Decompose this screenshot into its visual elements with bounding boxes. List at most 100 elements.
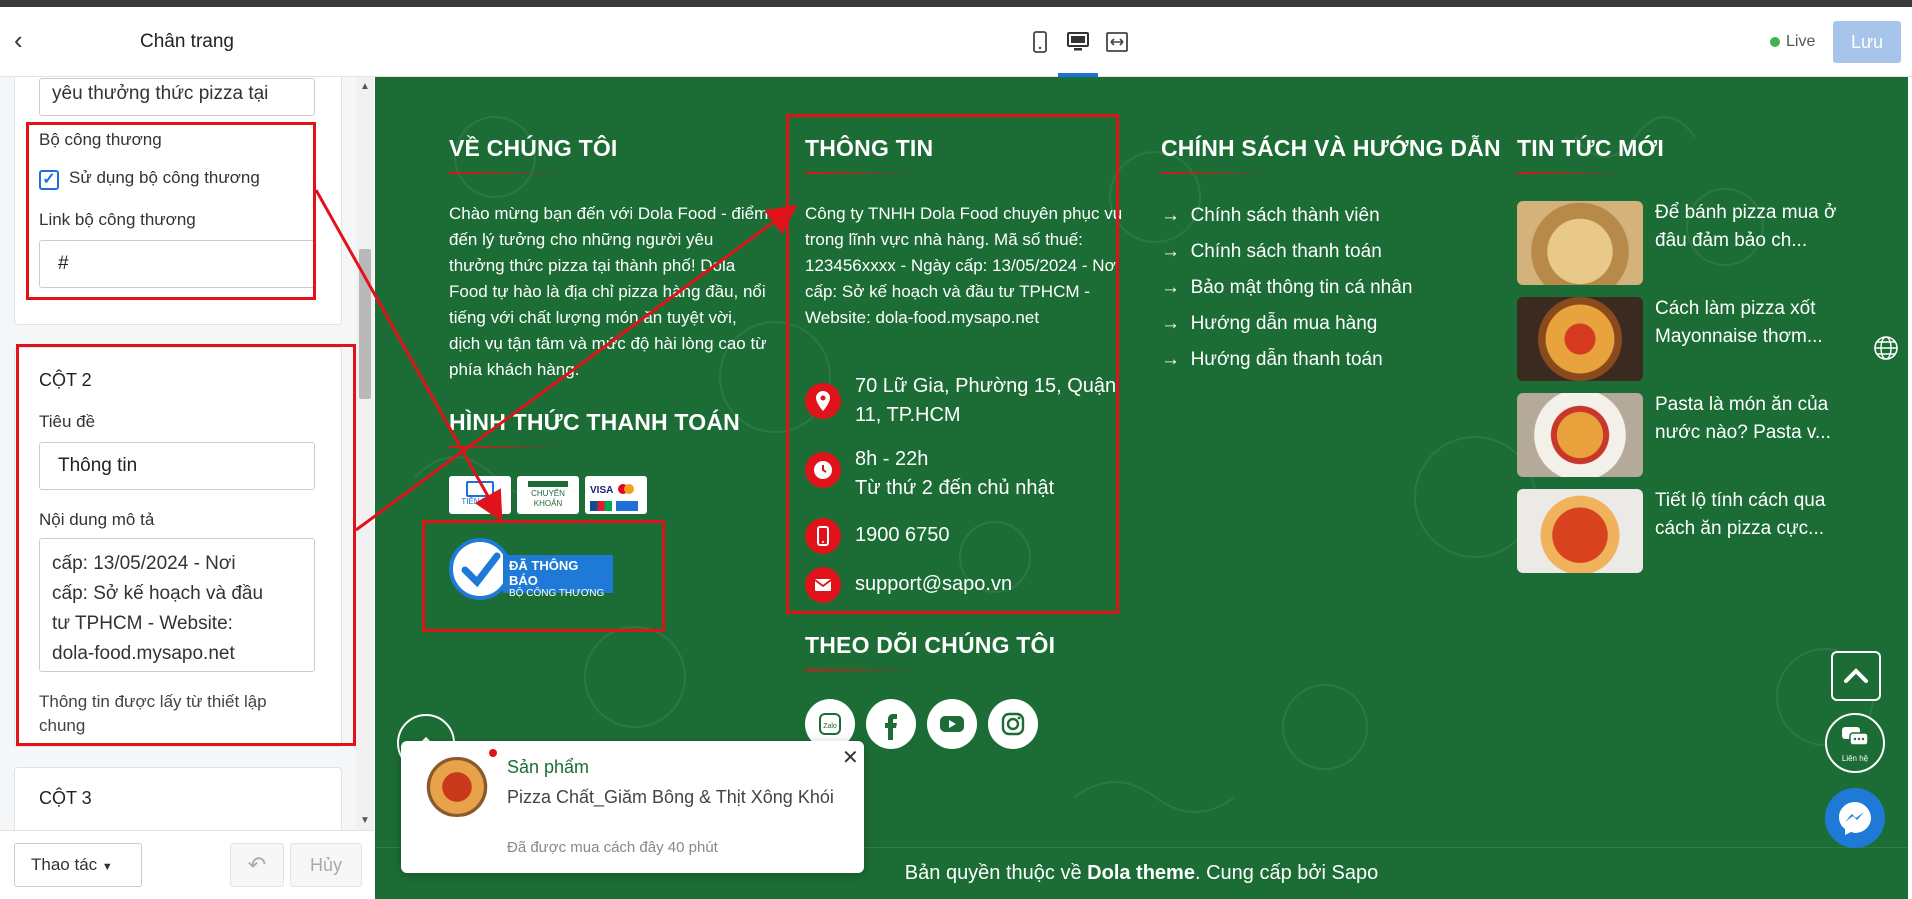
bank-transfer-card: CHUYỂN KHOẢN xyxy=(517,476,579,514)
facebook-icon[interactable] xyxy=(866,699,916,749)
email-text[interactable]: support@sapo.vn xyxy=(855,570,1012,599)
visa-label: VISA xyxy=(590,485,614,496)
info-text: Công ty TNHH Dola Food chuyên phục vụ tr… xyxy=(805,204,1123,327)
policy-link[interactable]: → Hướng dẫn thanh toán xyxy=(1161,349,1383,371)
about-text: Chào mừng bạn đến với Dola Food - điểm đ… xyxy=(449,204,769,379)
bct-check-icon xyxy=(449,538,511,600)
globe-icon[interactable] xyxy=(1873,335,1899,361)
instagram-icon[interactable] xyxy=(988,699,1038,749)
news-thumbnail-pasta[interactable] xyxy=(1517,393,1643,477)
column-1-card: yêu thưởng thức pizza tại Bộ công thương… xyxy=(14,77,342,325)
title-underline xyxy=(1161,172,1271,174)
bct-badge[interactable]: ĐÃ THÔNG BÁO BỘ CÔNG THƯƠNG xyxy=(449,538,613,602)
live-label: Live xyxy=(1786,33,1816,50)
youtube-icon[interactable] xyxy=(927,699,977,749)
column-2-heading: CỘT 2 xyxy=(39,370,92,390)
textarea-line: dola-food.mysapo.net xyxy=(52,643,235,664)
bct-badge-main-text: ĐÃ THÔNG BÁO xyxy=(509,558,579,588)
follow-title: THEO DÕI CHÚNG TÔI xyxy=(805,632,1056,671)
bct-section-label: Bộ công thương xyxy=(39,130,162,149)
jcb-icon xyxy=(590,501,612,511)
title-underline xyxy=(805,669,915,671)
close-icon[interactable]: ✕ xyxy=(842,745,859,770)
desktop-view-icon[interactable] xyxy=(1065,31,1091,57)
live-dot-icon xyxy=(1770,36,1780,47)
full-width-view-icon[interactable] xyxy=(1104,31,1130,57)
policy-link[interactable]: → Chính sách thành viên xyxy=(1161,205,1380,227)
contact-button[interactable]: Liên hệ xyxy=(1825,713,1885,773)
chevron-up-icon xyxy=(1844,668,1868,683)
title-underline xyxy=(449,172,559,174)
news-thumbnail-dough[interactable] xyxy=(1517,201,1643,285)
textarea-line: cấp: Sở kế hoạch và đầu xyxy=(52,583,264,604)
column-3-heading: CỘT 3 xyxy=(39,788,92,808)
scroll-up-arrow-icon[interactable]: ▲ xyxy=(360,81,370,92)
bct-checkbox-label: Sử dụng bộ công thương xyxy=(69,168,260,187)
panel-scrollbar[interactable]: ▲ ▼ xyxy=(356,77,374,830)
bct-checkbox[interactable]: ✓ xyxy=(39,170,59,190)
arrow-right-icon: → xyxy=(1161,349,1180,370)
notification-product-name[interactable]: Pizza Chất_Giăm Bông & Thịt Xông Khói xyxy=(507,785,837,810)
copyright-prefix: Bản quyền thuộc về xyxy=(904,862,1088,884)
product-thumbnail[interactable] xyxy=(419,757,495,817)
policy-link-text: Bảo mật thông tin cá nhân xyxy=(1190,277,1413,298)
undo-icon: ↶ xyxy=(247,852,267,877)
actions-dropdown[interactable]: Thao tác ▼ xyxy=(14,843,142,887)
news-thumbnail-pizza[interactable] xyxy=(1517,297,1643,381)
live-status: Live xyxy=(1770,33,1815,51)
arrow-right-icon: → xyxy=(1161,313,1180,334)
arrow-right-icon: → xyxy=(1161,205,1180,226)
phone-text[interactable]: 1900 6750 xyxy=(855,521,950,550)
about-title: VỀ CHÚNG TÔI xyxy=(449,135,618,174)
messenger-icon xyxy=(1839,802,1871,835)
notification-time: Đã được mua cách đây 40 phút xyxy=(507,839,718,856)
messenger-button[interactable] xyxy=(1825,788,1885,848)
column-2-note: Thông tin được lấy từ thiết lập chung xyxy=(39,692,267,735)
news-item-title[interactable]: Cách làm pizza xốt Mayonnaise thơm... xyxy=(1655,295,1841,351)
chat-bubbles-icon xyxy=(1842,727,1869,746)
bct-link-input[interactable]: # xyxy=(39,240,315,288)
column-1-description-textarea[interactable]: yêu thưởng thức pizza tại xyxy=(39,78,315,116)
copyright-brand[interactable]: Dola theme xyxy=(1087,862,1195,884)
textarea-line: tư TPHCM - Website: xyxy=(52,613,233,634)
textarea-line: cấp: 13/05/2024 - Nơi xyxy=(52,553,236,574)
hours-text: 8h - 22h xyxy=(855,448,929,470)
save-button[interactable]: Lưu xyxy=(1833,21,1901,63)
news-item-title[interactable]: Để bánh pizza mua ở đâu đảm bảo ch... xyxy=(1655,199,1841,255)
policy-link-text: Chính sách thanh toán xyxy=(1190,241,1382,262)
news-title: TIN TỨC MỚI xyxy=(1517,135,1664,174)
scroll-to-top-button[interactable] xyxy=(1831,651,1881,701)
scrollbar-thumb[interactable] xyxy=(359,249,371,399)
follow-title-text: THEO DÕI CHÚNG TÔI xyxy=(805,632,1056,658)
policy-link[interactable]: → Bảo mật thông tin cá nhân xyxy=(1161,277,1412,299)
news-thumbnail-pizza-hands[interactable] xyxy=(1517,489,1643,573)
payment-title: HÌNH THỨC THANH TOÁN xyxy=(449,409,740,448)
mobile-view-icon[interactable] xyxy=(1027,31,1053,57)
policy-link-text: Hướng dẫn mua hàng xyxy=(1190,313,1378,334)
actions-label: Thao tác xyxy=(31,855,98,874)
scroll-down-arrow-icon[interactable]: ▼ xyxy=(360,815,370,826)
column-2-title-input[interactable]: Thông tin xyxy=(39,442,315,490)
bct-badge-banner: ĐÃ THÔNG BÁO BỘ CÔNG THƯƠNG xyxy=(503,555,613,599)
policy-link[interactable]: → Chính sách thanh toán xyxy=(1161,241,1382,263)
arrow-right-icon: → xyxy=(1161,241,1180,262)
caret-down-icon: ▼ xyxy=(101,861,113,873)
info-title-text: THÔNG TIN xyxy=(805,135,934,161)
panel-footer: Thao tác ▼ ↶ Hủy xyxy=(0,830,374,899)
column-2-description-textarea[interactable]: cấp: 13/05/2024 - Nơi cấp: Sở kế hoạch v… xyxy=(39,538,315,672)
cancel-button[interactable]: Hủy xyxy=(290,843,362,887)
policy-title: CHÍNH SÁCH VÀ HƯỚNG DẪN xyxy=(1161,135,1501,174)
about-title-text: VỀ CHÚNG TÔI xyxy=(449,135,618,161)
info-title: THÔNG TIN xyxy=(805,135,934,174)
policy-link-text: Chính sách thành viên xyxy=(1190,205,1380,226)
undo-button[interactable]: ↶ xyxy=(230,843,284,887)
news-item-title[interactable]: Tiết lộ tính cách qua cách ăn pizza cực.… xyxy=(1655,487,1841,543)
policy-link[interactable]: → Hướng dẫn mua hàng xyxy=(1161,313,1377,335)
location-pin-icon xyxy=(805,383,841,419)
policy-link-text: Hướng dẫn thanh toán xyxy=(1190,349,1383,370)
panel-title: Chân trang xyxy=(139,31,234,52)
news-item-title[interactable]: Pasta là món ăn của nước nào? Pasta v... xyxy=(1655,391,1841,447)
window-top-bar xyxy=(0,0,1912,7)
panel-scroll-area[interactable]: yêu thưởng thức pizza tại Bộ công thương… xyxy=(0,77,374,830)
clock-icon xyxy=(805,452,841,488)
